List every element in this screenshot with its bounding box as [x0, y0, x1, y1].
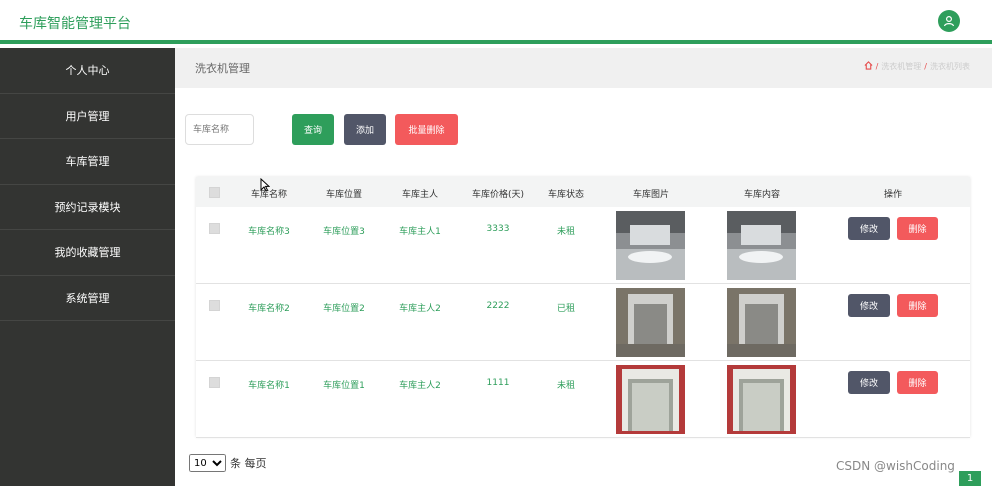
page-size-select[interactable]: 10	[189, 454, 226, 472]
table-header: 车库名称 车库位置 车库主人 车库价格(天) 车库状态 车库图片 车库内容 操作	[196, 177, 970, 207]
garage-photo	[616, 365, 685, 434]
garage-photo	[616, 288, 685, 357]
cell-status: 未租	[556, 227, 576, 237]
garage-content-photo	[727, 365, 796, 434]
sidebar-item-profile[interactable]: 个人中心	[0, 48, 175, 94]
cell-owner: 车库主人2	[399, 381, 441, 391]
add-button[interactable]: 添加	[344, 114, 386, 145]
column-header: 车库主人	[401, 190, 439, 200]
cell-location: 车库位置3	[323, 227, 365, 237]
garage-table: 车库名称 车库位置 车库主人 车库价格(天) 车库状态 车库图片 车库内容 操作…	[196, 177, 970, 438]
edit-button[interactable]: 修改	[848, 371, 890, 394]
cell-price: 3333	[486, 224, 510, 234]
watermark: CSDN @wishCoding	[836, 459, 955, 473]
column-header: 操作	[883, 190, 903, 200]
sidebar-item-garage[interactable]: 车库管理	[0, 139, 175, 185]
column-header: 车库图片	[632, 190, 670, 200]
edit-button[interactable]: 修改	[848, 217, 890, 240]
column-header: 车库状态	[547, 190, 585, 200]
page-number-badge: 1	[959, 471, 981, 486]
page-size-suffix: 条 每页	[230, 457, 267, 470]
delete-button[interactable]: 删除	[897, 217, 938, 240]
breadcrumb-item: 洗衣机列表	[930, 62, 970, 71]
edit-button[interactable]: 修改	[848, 294, 890, 317]
cell-owner: 车库主人1	[399, 227, 441, 237]
delete-button[interactable]: 删除	[897, 294, 938, 317]
pagination: 10 条 每页	[189, 454, 267, 472]
main-content: 洗衣机管理 / 洗衣机管理 / 洗衣机列表 查询 添加 批量删除 车库名称 车库…	[175, 48, 992, 486]
cell-price: 1111	[486, 378, 510, 388]
query-button[interactable]: 查询	[292, 114, 334, 145]
cell-status: 已租	[556, 304, 576, 314]
sidebar-item-users[interactable]: 用户管理	[0, 94, 175, 139]
row-checkbox[interactable]	[209, 300, 220, 311]
row-checkbox[interactable]	[209, 377, 220, 388]
app-title: 车库智能管理平台	[19, 16, 131, 32]
row-checkbox[interactable]	[209, 223, 220, 234]
garage-name-search-input[interactable]	[185, 114, 254, 145]
breadcrumb: / 洗衣机管理 / 洗衣机列表	[864, 61, 970, 72]
breadcrumb-bar: 洗衣机管理 / 洗衣机管理 / 洗衣机列表	[175, 48, 992, 88]
garage-content-photo	[727, 211, 796, 280]
garage-content-photo	[727, 288, 796, 357]
cell-status: 未租	[556, 381, 576, 391]
user-avatar-icon[interactable]	[938, 10, 960, 32]
cell-location: 车库位置2	[323, 304, 365, 314]
delete-button[interactable]: 删除	[897, 371, 938, 394]
mouse-cursor-icon	[260, 177, 271, 195]
sidebar: 个人中心 用户管理 车库管理 预约记录模块 我的收藏管理 系统管理	[0, 48, 175, 486]
garage-photo	[616, 211, 685, 280]
table-row: 车库名称2 车库位置2 车库主人2 2222 已租 修改 删除	[196, 284, 970, 361]
sidebar-item-reservations[interactable]: 预约记录模块	[0, 185, 175, 230]
top-bar: 车库智能管理平台	[0, 0, 992, 44]
column-header: 车库价格(天)	[471, 190, 525, 200]
breadcrumb-item[interactable]: 洗衣机管理	[881, 61, 921, 72]
column-header: 车库内容	[743, 190, 781, 200]
sidebar-item-favorites[interactable]: 我的收藏管理	[0, 230, 175, 276]
page-title: 洗衣机管理	[195, 62, 250, 75]
home-icon[interactable]	[864, 61, 873, 72]
select-all-checkbox[interactable]	[209, 187, 220, 198]
table-row: 车库名称1 车库位置1 车库主人2 1111 未租 修改 删除	[196, 361, 970, 438]
batch-delete-button[interactable]: 批量删除	[395, 114, 458, 145]
sidebar-item-system[interactable]: 系统管理	[0, 276, 175, 321]
cell-location: 车库位置1	[323, 381, 365, 391]
cell-name: 车库名称1	[248, 381, 290, 391]
table-row: 车库名称3 车库位置3 车库主人1 3333 未租 修改 删除	[196, 207, 970, 284]
cell-price: 2222	[486, 301, 510, 311]
cell-name: 车库名称2	[248, 304, 290, 314]
cell-name: 车库名称3	[248, 227, 290, 237]
column-header: 车库位置	[325, 190, 363, 200]
cell-owner: 车库主人2	[399, 304, 441, 314]
